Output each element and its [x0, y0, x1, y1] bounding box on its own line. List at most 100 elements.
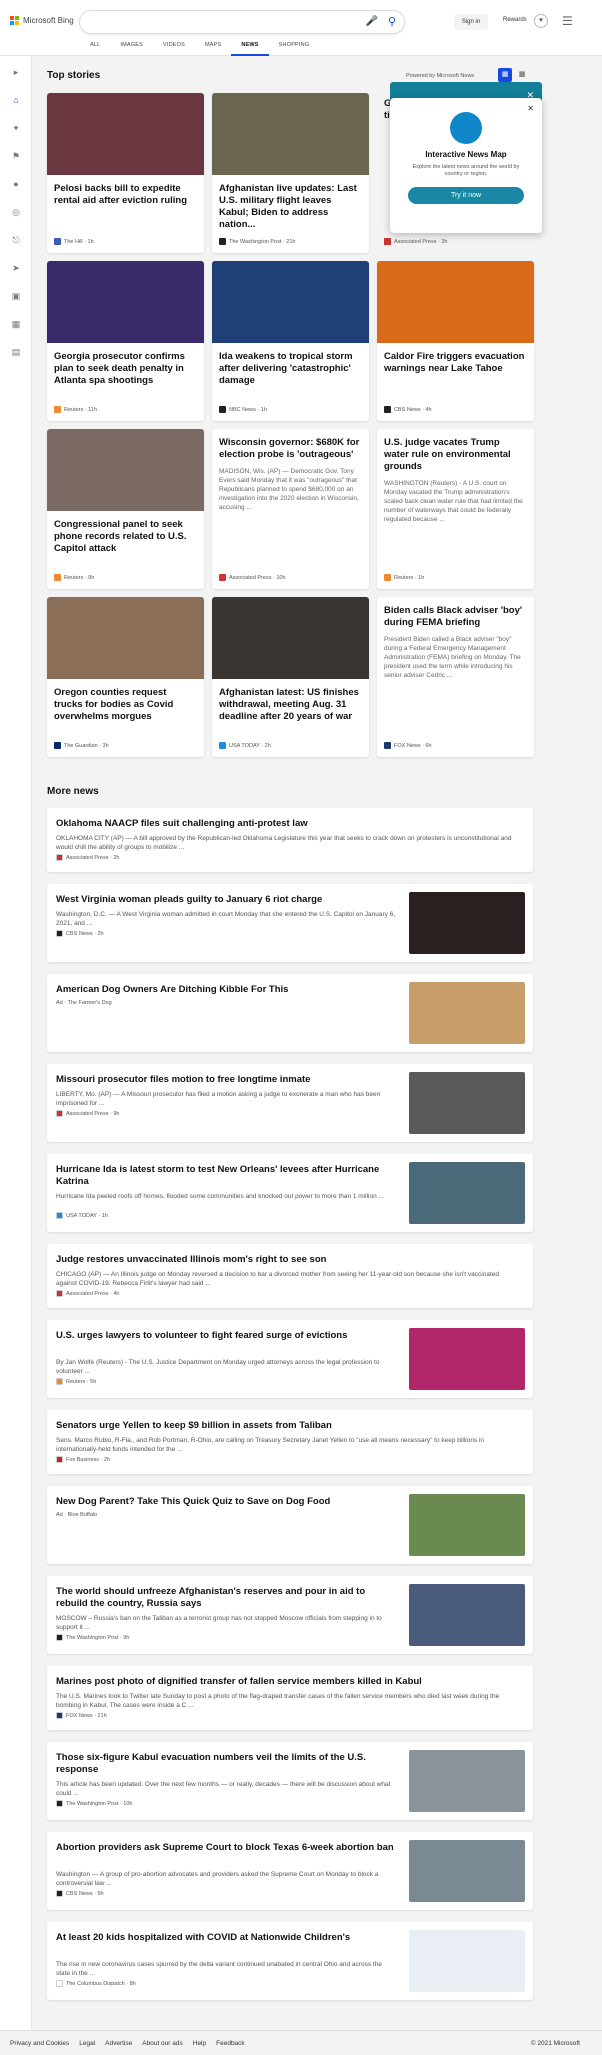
news-source[interactable]: USA TODAY · 1h	[56, 1212, 108, 1219]
story-image[interactable]	[212, 93, 369, 175]
rocket-icon[interactable]: ➤	[10, 262, 22, 274]
news-item[interactable]: Senators urge Yellen to keep $9 billion …	[47, 1410, 533, 1474]
tab-shopping[interactable]: SHOPPING	[269, 40, 320, 56]
microscope-icon[interactable]: ⎋	[10, 234, 22, 246]
globe-icon[interactable]: ◎	[10, 206, 22, 218]
footer-link[interactable]: Legal	[79, 2040, 95, 2047]
footer-link[interactable]: Privacy and Cookies	[10, 2040, 69, 2047]
news-thumbnail[interactable]	[409, 1930, 525, 1992]
story-source[interactable]: Associated Press · 10h	[219, 574, 286, 581]
tab-maps[interactable]: MAPS	[195, 40, 231, 56]
story-card[interactable]: Wisconsin governor: $680K for election p…	[212, 429, 369, 589]
footer-link[interactable]: Help	[193, 2040, 206, 2047]
story-title[interactable]: Oregon counties request trucks for bodie…	[47, 679, 204, 723]
tab-videos[interactable]: VIDEOS	[153, 40, 195, 56]
news-item[interactable]: Marines post photo of dignified transfer…	[47, 1666, 533, 1730]
story-card[interactable]: U.S. judge vacates Trump water rule on e…	[377, 429, 534, 589]
story-title[interactable]: Pelosi backs bill to expedite rental aid…	[47, 175, 204, 207]
rewards-trophy-icon[interactable]: ♥	[534, 14, 548, 28]
story-image[interactable]	[47, 261, 204, 343]
news-title[interactable]: Senators urge Yellen to keep $9 billion …	[56, 1420, 516, 1432]
news-item[interactable]: West Virginia woman pleads guilty to Jan…	[47, 884, 533, 962]
story-card[interactable]: Georgia prosecutor confirms plan to seek…	[47, 261, 204, 421]
news-thumbnail[interactable]	[409, 1162, 525, 1224]
story-card[interactable]: Congressional panel to seek phone record…	[47, 429, 204, 589]
tools-icon[interactable]: ✦	[10, 122, 22, 134]
bank-icon[interactable]: ▦	[10, 318, 22, 330]
news-item[interactable]: Those six-figure Kabul evacuation number…	[47, 1742, 533, 1820]
news-title[interactable]: American Dog Owners Are Ditching Kibble …	[56, 984, 396, 996]
news-title[interactable]: New Dog Parent? Take This Quick Quiz to …	[56, 1496, 396, 1508]
news-title[interactable]: Abortion providers ask Supreme Court to …	[56, 1842, 396, 1854]
news-source[interactable]: FOX News · 21h	[56, 1712, 107, 1719]
film-icon[interactable]: ▣	[10, 290, 22, 302]
flag-icon[interactable]: ⚑	[10, 150, 22, 162]
story-image[interactable]	[212, 597, 369, 679]
story-title[interactable]: Wisconsin governor: $680K for election p…	[212, 429, 369, 461]
news-item[interactable]: Abortion providers ask Supreme Court to …	[47, 1832, 533, 1910]
story-card[interactable]: Ida weakens to tropical storm after deli…	[212, 261, 369, 421]
news-thumbnail[interactable]	[409, 1750, 525, 1812]
news-thumbnail[interactable]	[409, 1494, 525, 1556]
news-source[interactable]: CBS News · 5h	[56, 1890, 104, 1897]
story-title[interactable]: Biden calls Black adviser 'boy' during F…	[377, 597, 534, 629]
story-source[interactable]: CBS News · 4h	[384, 406, 432, 413]
footer-link[interactable]: Advertise	[105, 2040, 132, 2047]
story-title[interactable]: Ida weakens to tropical storm after deli…	[212, 343, 369, 387]
news-title[interactable]: Marines post photo of dignified transfer…	[56, 1676, 516, 1688]
story-card[interactable]: Afghanistan latest: US finishes withdraw…	[212, 597, 369, 757]
story-title[interactable]: Congressional panel to seek phone record…	[47, 511, 204, 555]
location-pin-icon[interactable]: ●	[10, 178, 22, 190]
tab-images[interactable]: IMAGES	[110, 40, 153, 56]
story-title[interactable]: Georgia prosecutor confirms plan to seek…	[47, 343, 204, 387]
news-source[interactable]: CBS News · 2h	[56, 930, 104, 937]
news-item[interactable]: Hurricane Ida is latest storm to test Ne…	[47, 1154, 533, 1232]
grid-view-icon[interactable]: ▦	[498, 68, 512, 82]
footer-link[interactable]: Feedback	[216, 2040, 245, 2047]
story-source[interactable]: Reuters · 9h	[54, 574, 94, 581]
news-title[interactable]: At least 20 kids hospitalized with COVID…	[56, 1932, 396, 1944]
rewards-link[interactable]: Rewards	[503, 17, 527, 23]
news-item[interactable]: At least 20 kids hospitalized with COVID…	[47, 1922, 533, 2000]
signin-button[interactable]: Sign in	[454, 14, 488, 30]
story-source[interactable]: The Hill · 1h	[54, 238, 94, 245]
story-title[interactable]: U.S. judge vacates Trump water rule on e…	[377, 429, 534, 473]
expand-chevron-icon[interactable]: ▸	[10, 66, 22, 78]
story-source[interactable]: USA TODAY · 2h	[219, 742, 271, 749]
news-source[interactable]: Fox Business · 2h	[56, 1456, 110, 1463]
footer-link[interactable]: About our ads	[142, 2040, 182, 2047]
news-title[interactable]: Judge restores unvaccinated Illinois mom…	[56, 1254, 516, 1266]
story-source[interactable]: The Washington Post · 21h	[219, 238, 295, 245]
newspaper-icon[interactable]: ▤	[10, 346, 22, 358]
news-title[interactable]: The world should unfreeze Afghanistan's …	[56, 1586, 396, 1610]
microphone-icon[interactable]: 🎤	[366, 16, 378, 27]
news-source[interactable]: Associated Press · 9h	[56, 1110, 120, 1117]
search-icon[interactable]: ⚲	[388, 15, 396, 28]
news-thumbnail[interactable]	[409, 892, 525, 954]
news-title[interactable]: U.S. urges lawyers to volunteer to fight…	[56, 1330, 396, 1342]
news-title[interactable]: West Virginia woman pleads guilty to Jan…	[56, 894, 396, 906]
story-image[interactable]	[212, 261, 369, 343]
news-item[interactable]: U.S. urges lawyers to volunteer to fight…	[47, 1320, 533, 1398]
news-source[interactable]: Reuters · 5h	[56, 1378, 96, 1385]
news-item[interactable]: Missouri prosecutor files motion to free…	[47, 1064, 533, 1142]
news-title[interactable]: Those six-figure Kabul evacuation number…	[56, 1752, 396, 1776]
story-title[interactable]: Afghanistan live updates: Last U.S. mili…	[212, 175, 369, 231]
news-title[interactable]: Hurricane Ida is latest storm to test Ne…	[56, 1164, 396, 1188]
news-source[interactable]: The Washington Post · 10h	[56, 1800, 132, 1807]
news-source[interactable]: Associated Press · 4h	[56, 1290, 120, 1297]
news-source[interactable]: Ad · Blue Buffalo	[56, 1512, 97, 1518]
popup-close-icon[interactable]: ✕	[527, 104, 534, 113]
story-image[interactable]	[47, 93, 204, 175]
story-title[interactable]: Caldor Fire triggers evacuation warnings…	[377, 343, 534, 375]
chart-view-icon[interactable]: ▩	[515, 68, 529, 82]
news-title[interactable]: Missouri prosecutor files motion to free…	[56, 1074, 396, 1086]
news-source[interactable]: The Washington Post · 9h	[56, 1634, 129, 1641]
news-source[interactable]: Associated Press · 2h	[56, 854, 120, 861]
story-image[interactable]	[47, 597, 204, 679]
news-thumbnail[interactable]	[409, 1584, 525, 1646]
story-title[interactable]: Afghanistan latest: US finishes withdraw…	[212, 679, 369, 723]
try-it-now-button[interactable]: Try it now	[408, 187, 524, 204]
tab-all[interactable]: ALL	[80, 40, 110, 56]
news-item[interactable]: American Dog Owners Are Ditching Kibble …	[47, 974, 533, 1052]
